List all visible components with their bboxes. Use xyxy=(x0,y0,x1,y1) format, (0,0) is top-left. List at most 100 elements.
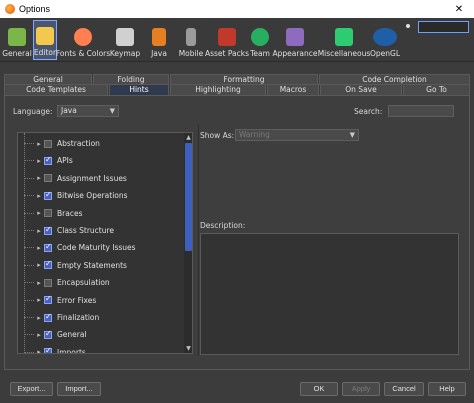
hint-label: Code Maturity Issues xyxy=(57,243,136,253)
hint-checkbox[interactable] xyxy=(44,155,52,165)
tree-scrollbar[interactable]: ▲ ▼ xyxy=(184,133,192,353)
hint-checkbox[interactable] xyxy=(44,259,52,270)
hint-checkbox[interactable] xyxy=(44,278,52,287)
miscellaneous-icon xyxy=(335,28,353,46)
toolbar-opengl-label: OpenGL xyxy=(369,49,401,58)
app-icon xyxy=(5,4,15,14)
expand-icon[interactable]: ▸ xyxy=(34,192,44,200)
scrollbar-thumb[interactable] xyxy=(185,143,192,251)
hint-category-row[interactable]: ▸ APIs xyxy=(18,152,180,169)
expand-icon[interactable]: ▸ xyxy=(34,174,44,182)
expand-icon[interactable]: ▸ xyxy=(34,209,44,217)
hint-checkbox[interactable] xyxy=(44,190,52,200)
tree-connector xyxy=(24,177,34,179)
hint-label: Braces xyxy=(57,208,83,218)
show-as-label: Show As: xyxy=(200,131,235,140)
keyboard-icon xyxy=(116,28,134,46)
hint-checkbox[interactable] xyxy=(44,312,52,322)
hint-checkbox[interactable] xyxy=(44,242,52,252)
hints-tree: ▸ Abstraction ▸ APIs ▸ Assignment Issues ▸ Bitw… xyxy=(17,132,193,354)
tab-code-templates[interactable]: Code Templates xyxy=(4,84,108,95)
tab-go-to[interactable]: Go To xyxy=(403,84,470,95)
search-input[interactable] xyxy=(388,105,454,117)
hint-category-row[interactable]: ▸ Error Fixes xyxy=(18,292,180,309)
hint-category-row[interactable]: ▸ Abstraction xyxy=(18,135,180,152)
expand-icon[interactable]: ▸ xyxy=(34,331,44,339)
editor-icon xyxy=(36,27,54,45)
toolbar-asset-packs[interactable]: Asset Packs xyxy=(204,20,250,60)
tree-connector xyxy=(24,195,34,197)
expand-icon[interactable]: ▸ xyxy=(34,314,44,322)
scroll-up-icon[interactable]: ▲ xyxy=(184,133,192,142)
apply-button[interactable]: Apply xyxy=(342,382,380,396)
hint-checkbox[interactable] xyxy=(44,225,52,235)
tab-hints[interactable]: Hints xyxy=(109,84,169,95)
options-search-input[interactable] xyxy=(418,21,469,33)
hint-category-row[interactable]: ▸ Class Structure xyxy=(18,222,180,239)
toolbar-java[interactable]: Java xyxy=(146,20,172,60)
toolbar-appearance-label: Appearance xyxy=(272,49,318,58)
hint-category-row[interactable]: ▸ Code Maturity Issues xyxy=(18,239,180,256)
toolbar-keymap[interactable]: Keymap xyxy=(110,20,140,60)
tab-macros[interactable]: Macros xyxy=(267,84,319,95)
expand-icon[interactable]: ▸ xyxy=(34,157,44,165)
hints-panel: Language: Java ▼ Search: ▸ Abstraction ▸ AP… xyxy=(4,95,470,370)
hint-checkbox[interactable] xyxy=(44,346,52,353)
tab-on-save[interactable]: On Save xyxy=(320,84,402,95)
hint-checkbox[interactable] xyxy=(44,294,52,305)
hint-category-row[interactable]: ▸ Empty Statements xyxy=(18,257,180,274)
expand-icon[interactable]: ▸ xyxy=(34,296,44,304)
category-toolbar: General Editor Fonts & Colors Keymap Jav… xyxy=(0,18,474,62)
import-button[interactable]: Import... xyxy=(57,382,101,396)
expand-icon[interactable]: ▸ xyxy=(34,227,44,235)
toolbar-asset-packs-label: Asset Packs xyxy=(204,49,250,58)
hint-checkbox[interactable] xyxy=(44,174,52,183)
expand-icon[interactable]: ▸ xyxy=(34,140,44,148)
tree-connector xyxy=(24,334,34,336)
toolbar-appearance[interactable]: Appearance xyxy=(272,20,318,60)
toolbar-team-label: Team xyxy=(250,49,270,58)
hint-category-row[interactable]: ▸ Bitwise Operations xyxy=(18,187,180,204)
hint-category-row[interactable]: ▸ Finalization xyxy=(18,309,180,326)
hint-category-row[interactable]: ▸ Encapsulation xyxy=(18,274,180,291)
hint-checkbox[interactable] xyxy=(44,329,52,339)
tab-row-2: Code Templates Hints Highlighting Macros… xyxy=(4,84,470,95)
language-select[interactable]: Java ▼ xyxy=(57,105,119,117)
tree-connector xyxy=(24,230,34,231)
tree-connector xyxy=(24,264,34,266)
hint-checkbox[interactable] xyxy=(44,209,52,218)
toolbar-miscellaneous-label: Miscellaneous xyxy=(317,49,371,58)
team-icon xyxy=(251,28,269,46)
hint-category-row[interactable]: ▸ General xyxy=(18,326,180,343)
hint-label: Empty Statements xyxy=(57,260,127,270)
tab-highlighting[interactable]: Highlighting xyxy=(170,84,266,95)
toolbar-opengl[interactable]: OpenGL xyxy=(369,20,401,60)
export-button[interactable]: Export... xyxy=(10,382,53,396)
cancel-button[interactable]: Cancel xyxy=(384,382,424,396)
hint-category-row[interactable]: ▸ Imports xyxy=(18,344,180,354)
scroll-down-icon[interactable]: ▼ xyxy=(184,344,192,353)
expand-icon[interactable]: ▸ xyxy=(34,279,44,287)
ok-button[interactable]: OK xyxy=(300,382,338,396)
tree-connector xyxy=(24,247,34,249)
hint-checkbox[interactable] xyxy=(44,139,52,148)
hint-category-row[interactable]: ▸ Braces xyxy=(18,205,180,222)
expand-icon[interactable]: ▸ xyxy=(34,348,44,353)
close-icon[interactable]: ✕ xyxy=(444,4,474,15)
toolbar-editor[interactable]: Editor xyxy=(33,20,57,60)
gear-icon xyxy=(8,28,26,46)
asset-packs-icon xyxy=(218,28,236,46)
toolbar-general[interactable]: General xyxy=(2,20,32,60)
toolbar-fonts-colors[interactable]: Fonts & Colors xyxy=(56,20,110,60)
show-as-select[interactable]: Warning ▼ xyxy=(235,129,359,141)
expand-icon[interactable]: ▸ xyxy=(34,244,44,252)
help-button[interactable]: Help xyxy=(428,382,466,396)
expand-icon[interactable]: ▸ xyxy=(34,261,44,269)
panel-divider xyxy=(198,124,199,356)
hint-category-row[interactable]: ▸ Assignment Issues xyxy=(18,170,180,187)
toolbar-miscellaneous[interactable]: Miscellaneous xyxy=(318,20,370,60)
hint-label: Imports xyxy=(57,347,86,354)
toolbar-team[interactable]: Team xyxy=(249,20,271,60)
toolbar-mobile[interactable]: Mobile xyxy=(178,20,204,60)
tree-connector xyxy=(24,351,34,353)
